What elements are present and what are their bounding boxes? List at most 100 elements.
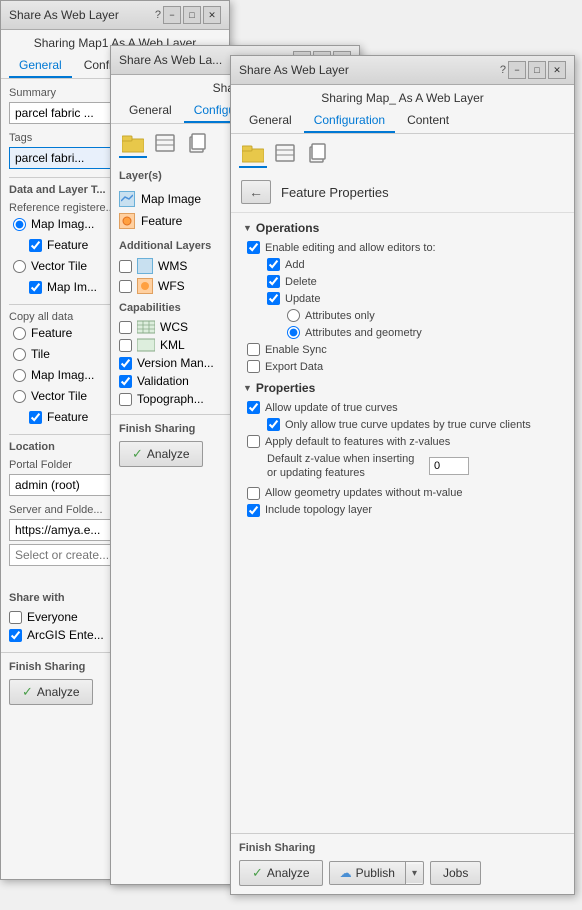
toolbar-copy-icon[interactable] bbox=[183, 130, 211, 158]
analyze-label-3: Analyze bbox=[267, 866, 310, 880]
attributes-only-radio[interactable] bbox=[287, 309, 300, 322]
radio-map-image-input[interactable] bbox=[13, 218, 26, 231]
wfs-icon bbox=[137, 278, 153, 294]
cloud-icon: ☁ bbox=[340, 866, 352, 880]
toolbar-copy-icon-3[interactable] bbox=[303, 140, 331, 168]
properties-content: ▼ Operations Enable editing and allow ed… bbox=[231, 213, 574, 833]
copy-vector-label: Vector Tile bbox=[31, 389, 87, 403]
include-topology-label: Include topology layer bbox=[265, 504, 372, 516]
copy-svg bbox=[187, 133, 207, 153]
tab-content-3[interactable]: Content bbox=[397, 109, 459, 133]
window-title-3: Share As Web Layer bbox=[239, 63, 349, 77]
title-bar-1: Share As Web Layer ? − □ ✕ bbox=[1, 1, 229, 30]
topography-label: Topograph... bbox=[137, 392, 204, 406]
map-im-check[interactable] bbox=[29, 281, 42, 294]
copy-feature-check-label: Feature bbox=[47, 410, 88, 424]
allow-true-curves-check[interactable] bbox=[247, 401, 260, 414]
publish-dropdown-btn[interactable]: ▾ bbox=[406, 864, 423, 883]
copy-map-image-label: Map Imag... bbox=[31, 368, 94, 382]
publish-main-btn[interactable]: ☁ Publish bbox=[330, 862, 406, 884]
copy-feature-radio[interactable] bbox=[13, 327, 26, 340]
question-icon-1[interactable]: ? bbox=[155, 9, 161, 21]
analyze-btn-1[interactable]: ✓ Analyze bbox=[9, 679, 93, 705]
folder-svg bbox=[122, 133, 144, 153]
enable-sync-label: Enable Sync bbox=[265, 344, 327, 356]
delete-check[interactable] bbox=[267, 275, 280, 288]
toolbar-folder-icon-3[interactable] bbox=[239, 140, 267, 168]
enable-sync-check[interactable] bbox=[247, 343, 260, 356]
include-topology-check[interactable] bbox=[247, 504, 260, 517]
question-icon-3[interactable]: ? bbox=[500, 64, 506, 76]
copy-tile-radio[interactable] bbox=[13, 348, 26, 361]
copy-svg-3 bbox=[307, 143, 327, 163]
check-icon-analyze-1: ✓ bbox=[22, 684, 33, 700]
properties-section: ▼ Properties Allow update of true curves… bbox=[243, 381, 562, 517]
operations-header[interactable]: ▼ Operations bbox=[243, 221, 562, 235]
add-check[interactable] bbox=[267, 258, 280, 271]
tab-general-1[interactable]: General bbox=[9, 54, 72, 78]
map-image-label: Map Image bbox=[141, 192, 201, 206]
toolbar-list-icon[interactable] bbox=[151, 130, 179, 158]
feature-check[interactable] bbox=[29, 239, 42, 252]
analyze-btn-2[interactable]: ✓ Analyze bbox=[119, 441, 203, 467]
allow-geometry-check[interactable] bbox=[247, 487, 260, 500]
everyone-check[interactable] bbox=[9, 611, 22, 624]
feature-properties-header: ← Feature Properties bbox=[231, 172, 574, 213]
tab-general-2[interactable]: General bbox=[119, 99, 182, 123]
only-true-curves-check[interactable] bbox=[267, 418, 280, 431]
kml-label: KML bbox=[160, 338, 185, 352]
analyze-btn-3[interactable]: ✓ Analyze bbox=[239, 860, 323, 886]
topography-check[interactable] bbox=[119, 393, 132, 406]
allow-geometry-row: Allow geometry updates without m-value bbox=[247, 487, 562, 500]
dropdown-arrow-icon: ▾ bbox=[412, 868, 417, 879]
kml-check[interactable] bbox=[119, 339, 132, 352]
wms-label: WMS bbox=[158, 259, 187, 273]
wfs-check[interactable] bbox=[119, 280, 132, 293]
back-btn[interactable]: ← bbox=[241, 180, 271, 204]
finish-sharing-3: Finish Sharing ✓ Analyze ☁ Publish ▾ Job… bbox=[231, 833, 574, 894]
attributes-geometry-radio[interactable] bbox=[287, 326, 300, 339]
true-curves-sub: Only allow true curve updates by true cu… bbox=[247, 418, 562, 431]
update-check[interactable] bbox=[267, 292, 280, 305]
jobs-btn[interactable]: Jobs bbox=[430, 861, 481, 885]
enable-editing-check[interactable] bbox=[247, 241, 260, 254]
maximize-btn-1[interactable]: □ bbox=[183, 6, 201, 24]
default-z-input[interactable] bbox=[429, 457, 469, 475]
apply-default-row: Apply default to features with z-values bbox=[247, 435, 562, 448]
minimize-btn-3[interactable]: − bbox=[508, 61, 526, 79]
copy-feature-check[interactable] bbox=[29, 411, 42, 424]
delete-row: Delete bbox=[267, 275, 562, 288]
properties-header[interactable]: ▼ Properties bbox=[243, 381, 562, 395]
version-check[interactable] bbox=[119, 357, 132, 370]
wcs-check[interactable] bbox=[119, 321, 132, 334]
add-row: Add bbox=[267, 258, 562, 271]
kml-icon bbox=[137, 338, 155, 352]
list-svg-3 bbox=[275, 143, 295, 163]
close-btn-1[interactable]: ✕ bbox=[203, 6, 221, 24]
copy-vector-radio[interactable] bbox=[13, 390, 26, 403]
apply-default-check[interactable] bbox=[247, 435, 260, 448]
copy-map-image-radio[interactable] bbox=[13, 369, 26, 382]
radio-vector-tile-input[interactable] bbox=[13, 260, 26, 273]
toolbar-list-icon-3[interactable] bbox=[271, 140, 299, 168]
publish-label: Publish bbox=[356, 866, 395, 880]
wms-check[interactable] bbox=[119, 260, 132, 273]
maximize-btn-3[interactable]: □ bbox=[528, 61, 546, 79]
validation-check[interactable] bbox=[119, 375, 132, 388]
analyze-label-1: Analyze bbox=[37, 685, 80, 699]
export-data-row: Export Data bbox=[247, 360, 562, 373]
minimize-btn-1[interactable]: − bbox=[163, 6, 181, 24]
everyone-label: Everyone bbox=[27, 610, 78, 624]
tab-general-3[interactable]: General bbox=[239, 109, 302, 133]
check-icon-analyze-2: ✓ bbox=[132, 446, 143, 462]
close-btn-3[interactable]: ✕ bbox=[548, 61, 566, 79]
tab-configuration-3[interactable]: Configuration bbox=[304, 109, 395, 133]
allow-true-curves-label: Allow update of true curves bbox=[265, 402, 398, 414]
toolbar-3 bbox=[231, 134, 574, 172]
update-options: Attributes only Attributes and geometry bbox=[267, 309, 562, 339]
validation-label: Validation bbox=[137, 374, 189, 388]
export-data-check[interactable] bbox=[247, 360, 260, 373]
btn-row-3: ✓ Analyze ☁ Publish ▾ Jobs bbox=[239, 860, 566, 886]
arcgis-check[interactable] bbox=[9, 629, 22, 642]
toolbar-folder-icon[interactable] bbox=[119, 130, 147, 158]
